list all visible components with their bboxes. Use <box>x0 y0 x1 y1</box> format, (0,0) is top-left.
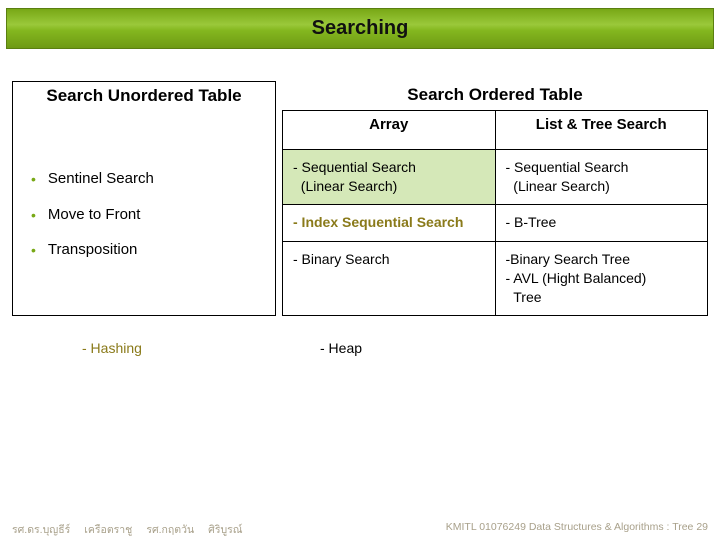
cell-array-sequential: - Sequential Search (Linear Search) <box>282 150 496 205</box>
bottom-notes: - Hashing - Heap <box>6 340 714 356</box>
column-headers-row: Search Unordered Table Search Ordered Ta… <box>0 81 720 110</box>
bullet-item: • Move to Front <box>31 206 263 226</box>
bullet-item: • Transposition <box>31 241 263 261</box>
cell-list-sequential: - Sequential Search (Linear Search) <box>496 150 709 205</box>
bullet-item: • Sentinel Search <box>31 170 263 190</box>
note-hashing: - Hashing <box>12 340 276 356</box>
subheader-array: Array <box>282 110 496 150</box>
bullet-icon: • <box>31 241 36 261</box>
main-content: • Sentinel Search • Move to Front • Tran… <box>0 150 720 316</box>
header-unordered: Search Unordered Table <box>12 81 276 110</box>
cell-bst-avl: -Binary Search Tree - AVL (Hight Balance… <box>496 242 709 316</box>
footer-course-info: KMITL 01076249 Data Structures & Algorit… <box>446 521 708 538</box>
cell-text: -Binary Search Tree <box>506 250 698 269</box>
author-name: รศ.ดร.บุญธีร์ <box>12 521 70 538</box>
cell-text: Tree <box>506 288 698 307</box>
grid-row: - Index Sequential Search - B-Tree <box>282 205 708 242</box>
slide-footer: รศ.ดร.บุญธีร์ เครือตราชู รศ.กฤตวัน ศิริบ… <box>0 521 720 538</box>
subheaders-right: Array List & Tree Search <box>282 110 708 150</box>
note-heap: - Heap <box>276 340 714 356</box>
subheader-spacer <box>12 110 276 150</box>
grid-row: - Sequential Search (Linear Search) - Se… <box>282 150 708 205</box>
author-name: ศิริบูรณ์ <box>208 521 242 538</box>
cell-text: (Linear Search) <box>506 177 698 196</box>
cell-binary-search: - Binary Search <box>282 242 496 316</box>
unordered-list-box: • Sentinel Search • Move to Front • Tran… <box>12 150 276 316</box>
cell-text: - AVL (Hight Balanced) <box>506 269 698 288</box>
cell-text: - Sequential Search <box>506 158 698 177</box>
subheader-list-tree: List & Tree Search <box>496 110 709 150</box>
bullet-icon: • <box>31 206 36 226</box>
bullet-icon: • <box>31 170 36 190</box>
subheaders-row: Array List & Tree Search <box>0 110 720 150</box>
cell-index-sequential: - Index Sequential Search <box>282 205 496 242</box>
cell-btree: - B-Tree <box>496 205 709 242</box>
bullet-label: Sentinel Search <box>48 170 154 187</box>
bullet-label: Transposition <box>48 241 138 258</box>
ordered-grid: - Sequential Search (Linear Search) - Se… <box>282 150 708 316</box>
cell-text: - Sequential Search <box>293 158 485 177</box>
header-ordered: Search Ordered Table <box>282 81 708 110</box>
author-name: รศ.กฤตวัน <box>146 521 194 538</box>
footer-authors: รศ.ดร.บุญธีร์ เครือตราชู รศ.กฤตวัน ศิริบ… <box>12 521 257 538</box>
bullet-label: Move to Front <box>48 206 141 223</box>
cell-text: (Linear Search) <box>293 177 485 196</box>
author-name: เครือตราชู <box>84 521 132 538</box>
slide-title: Searching <box>6 8 714 49</box>
grid-row: - Binary Search -Binary Search Tree - AV… <box>282 242 708 316</box>
